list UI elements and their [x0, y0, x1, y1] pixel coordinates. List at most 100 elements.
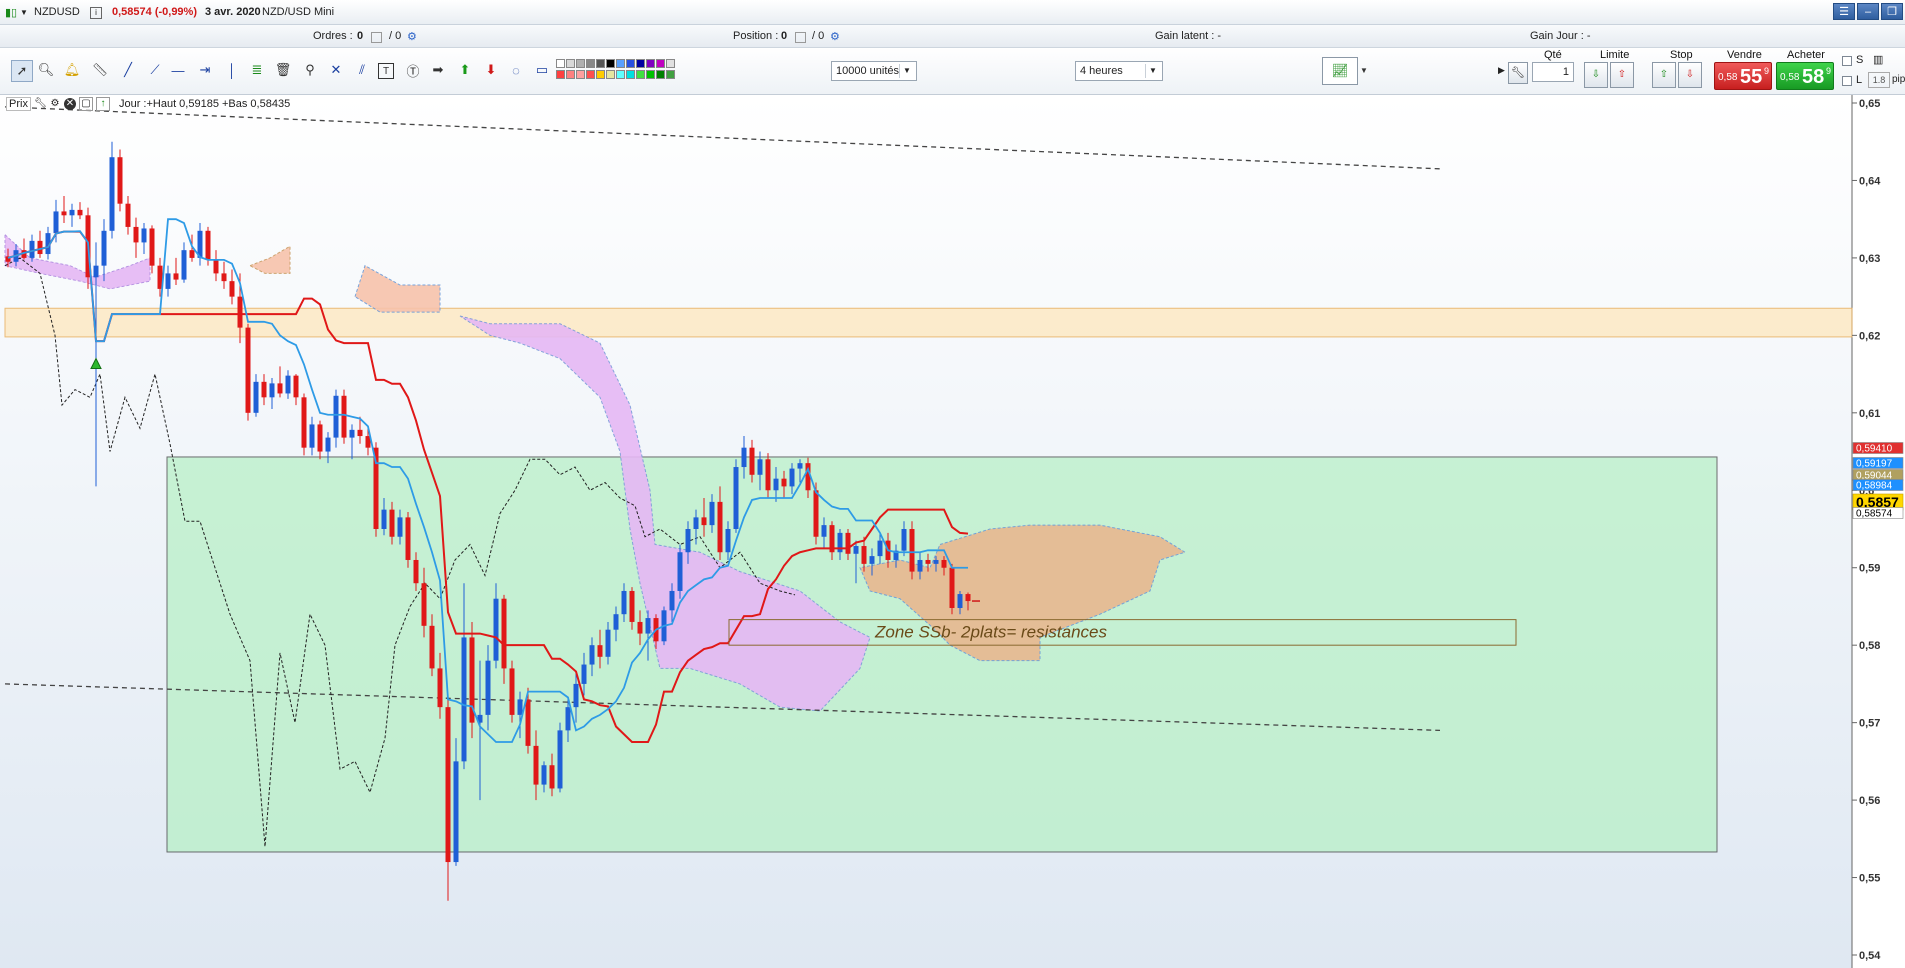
position-close-icon[interactable]	[795, 32, 806, 43]
settings-icon[interactable]: ⚙	[49, 98, 61, 110]
ellipse-icon[interactable]: ◌	[506, 60, 526, 80]
position-settings-icon[interactable]: ⚙	[830, 30, 840, 43]
candle-body	[645, 618, 651, 634]
candle-body	[693, 517, 699, 529]
qty-input[interactable]: 1	[1532, 62, 1574, 82]
indicators-icon[interactable]: 📈︎	[1322, 57, 1358, 85]
magnet-icon[interactable]: ⚲	[300, 60, 320, 80]
candle-body	[517, 699, 523, 715]
color-swatch[interactable]	[566, 59, 575, 68]
orders-close-icon[interactable]	[371, 32, 382, 43]
color-swatch[interactable]	[656, 70, 665, 79]
wrench-icon[interactable]: 🔧︎	[34, 98, 47, 110]
color-swatch[interactable]	[566, 70, 575, 79]
color-swatch[interactable]	[626, 70, 635, 79]
candle-body	[125, 203, 131, 227]
sell-limit-button[interactable]: ⇧	[1610, 62, 1634, 88]
color-swatch[interactable]	[626, 59, 635, 68]
candle-body	[757, 459, 763, 475]
horizontal-ray-icon[interactable]: ⇥	[195, 60, 215, 80]
candle-body	[605, 629, 611, 657]
close-icon[interactable]: ✕	[63, 98, 76, 110]
candle-body	[941, 559, 947, 568]
units-select[interactable]: 10000 unités ▼	[831, 61, 917, 81]
color-swatch[interactable]	[586, 70, 595, 79]
indicators-dropdown-icon[interactable]: ▼	[1358, 60, 1370, 80]
candle-body	[525, 699, 531, 746]
color-swatch[interactable]	[636, 59, 645, 68]
scroll-handle-icon[interactable]: ▥	[1873, 53, 1885, 67]
menu-icon[interactable]: ☰	[1833, 3, 1855, 20]
buy-stop-button[interactable]: ⇧	[1652, 62, 1676, 88]
candle-body	[237, 296, 243, 328]
alert-bell-icon[interactable]: 🔔︎	[62, 60, 82, 80]
candle-body	[293, 375, 299, 398]
ruler-icon[interactable]: 📏︎	[90, 60, 110, 80]
pip-input[interactable]: 1.8	[1868, 72, 1890, 88]
color-swatch[interactable]	[606, 59, 615, 68]
trash-icon[interactable]: 🗑︎	[273, 60, 293, 80]
sell-button[interactable]: 0,58 55 9	[1714, 62, 1772, 90]
vertical-line-icon[interactable]: │	[222, 60, 242, 80]
buy-price-big: 58	[1802, 66, 1825, 88]
price-chart[interactable]: Zone SSb- 2plats= resistances 0,65 0,64 0,6…	[0, 95, 1905, 968]
color-swatch[interactable]	[596, 59, 605, 68]
timeframe-select[interactable]: 4 heures ▼	[1075, 61, 1163, 81]
horizontal-line-icon[interactable]: —	[168, 60, 188, 80]
color-swatch[interactable]	[666, 70, 675, 79]
trade-panel: ▶ 🔧︎ Qté 1 Limite ⇩ ⇧ Stop ⇧ ⇩ Vendre Ac…	[1497, 48, 1905, 94]
color-swatch[interactable]	[576, 70, 585, 79]
minimize-icon[interactable]: –	[1857, 3, 1879, 20]
color-swatch[interactable]	[646, 59, 655, 68]
color-swatch[interactable]	[666, 59, 675, 68]
rectangle-icon[interactable]: ▭	[532, 60, 552, 80]
arrow-up-icon[interactable]: ⬆	[455, 60, 475, 80]
color-swatch[interactable]	[636, 70, 645, 79]
color-swatch[interactable]	[556, 70, 565, 79]
stop-checkbox[interactable]	[1842, 56, 1852, 66]
symbol-dropdown-icon[interactable]: ▼	[20, 8, 28, 17]
chart-type-icon[interactable]: ▮▯	[5, 6, 17, 19]
color-swatch[interactable]	[646, 70, 655, 79]
channel-icon[interactable]: ⫽	[352, 60, 372, 80]
title-bar: ▮▯ ▼ NZDUSD i 0,58574 (-0,99%) 3 avr. 20…	[0, 0, 1905, 25]
color-swatch[interactable]	[616, 70, 625, 79]
buy-limit-button[interactable]: ⇩	[1584, 62, 1608, 88]
color-swatch[interactable]	[616, 59, 625, 68]
expand-icon[interactable]: ▢	[78, 97, 93, 111]
candle-body	[917, 559, 923, 572]
limit-checkbox[interactable]	[1842, 76, 1852, 86]
trendline-icon[interactable]: ╱	[118, 60, 138, 80]
color-swatch[interactable]	[586, 59, 595, 68]
orders-settings-icon[interactable]: ⚙	[407, 30, 417, 43]
color-swatch[interactable]	[556, 59, 565, 68]
label-icon[interactable]: Ⓣ	[403, 60, 423, 80]
symbol-name[interactable]: NZDUSD	[34, 6, 80, 18]
wrench-icon[interactable]: 🔧︎	[1508, 62, 1528, 84]
color-swatch[interactable]	[596, 70, 605, 79]
cross-icon[interactable]: ✕	[326, 60, 346, 80]
fibonacci-icon[interactable]: ≣	[247, 60, 267, 80]
text-icon[interactable]: T	[378, 63, 394, 79]
move-up-icon[interactable]: ↑	[95, 97, 110, 111]
restore-icon[interactable]: ❐	[1881, 3, 1903, 20]
candle-body	[69, 209, 75, 216]
arrow-right-icon[interactable]: ➡	[428, 60, 448, 80]
info-icon[interactable]: i	[90, 7, 102, 19]
zoom-icon[interactable]: 🔍︎	[36, 60, 56, 80]
arrow-down-icon[interactable]: ⬇	[481, 60, 501, 80]
candle-body	[789, 468, 795, 487]
candle-body	[453, 761, 459, 863]
color-swatch[interactable]	[576, 59, 585, 68]
panel-collapse-icon[interactable]: ▶	[1498, 65, 1505, 76]
candle-body	[149, 228, 155, 266]
candle-body	[205, 230, 211, 260]
color-swatch[interactable]	[656, 59, 665, 68]
buy-button[interactable]: 0,58 58 9	[1776, 62, 1834, 90]
color-swatch[interactable]	[606, 70, 615, 79]
pointer-icon[interactable]: ➚	[11, 60, 33, 82]
candle-body	[965, 594, 971, 602]
ray-icon[interactable]: ⟋	[145, 60, 165, 80]
legend-label[interactable]: Prix	[6, 97, 31, 111]
sell-stop-button[interactable]: ⇩	[1678, 62, 1702, 88]
